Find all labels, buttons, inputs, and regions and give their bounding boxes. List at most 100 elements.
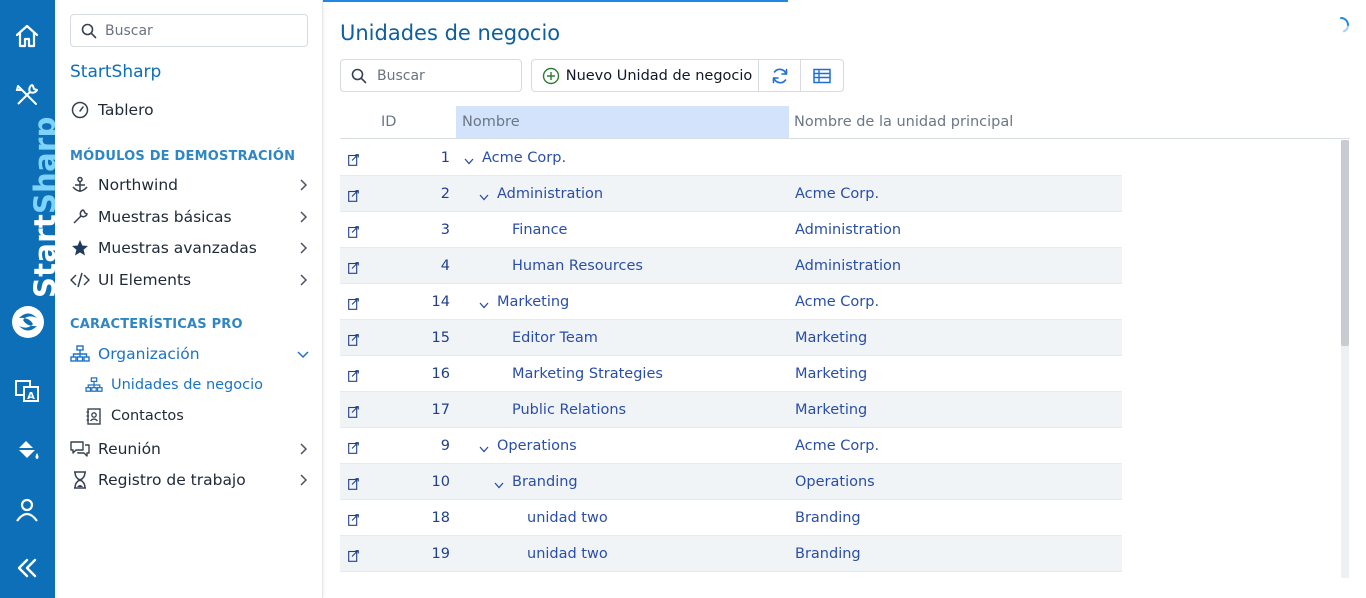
cell-parent-unit[interactable]: Acme Corp. [795, 284, 879, 320]
sidebar-item-label: Muestras básicas [98, 208, 232, 226]
table-row[interactable]: 2 Administration Acme Corp. [340, 176, 1122, 212]
table-row[interactable]: 16 Marketing Strategies Marketing [340, 356, 1122, 392]
sidebar-item-business-units[interactable]: Unidades de negocio [85, 374, 263, 396]
cell-name-link[interactable]: Operations [497, 428, 577, 464]
edit-row-icon[interactable] [348, 295, 359, 310]
cell-id: 1 [440, 150, 450, 166]
wrench-icon [70, 207, 90, 227]
edit-row-icon[interactable] [348, 475, 359, 490]
sidebar-item-contacts[interactable]: Contactos [85, 405, 184, 427]
search-icon [81, 23, 97, 38]
cell-id: 3 [440, 222, 450, 238]
cell-id: 17 [431, 402, 450, 418]
icon-rail: StartSharp A [0, 0, 62, 598]
cell-parent-unit[interactable]: Acme Corp. [795, 428, 879, 464]
cell-name-link[interactable]: Acme Corp. [482, 140, 566, 176]
cell-parent-unit[interactable]: Administration [795, 212, 901, 248]
chevron-right-icon [300, 474, 308, 486]
cell-id: 9 [440, 438, 450, 454]
table-row[interactable]: 15 Editor Team Marketing [340, 320, 1122, 356]
cell-name-link[interactable]: Human Resources [512, 248, 643, 284]
home-icon[interactable] [11, 20, 43, 52]
table-row[interactable]: 4 Human Resources Administration [340, 248, 1122, 284]
cell-name-link[interactable]: Finance [512, 212, 567, 248]
user-icon[interactable] [11, 494, 43, 526]
chevron-right-icon [300, 274, 308, 286]
cell-id: 16 [431, 366, 450, 382]
refresh-button[interactable] [759, 60, 801, 91]
code-icon [70, 270, 90, 290]
cell-name-link[interactable]: Administration [497, 176, 603, 212]
chevron-down-icon[interactable] [478, 440, 490, 453]
edit-row-icon[interactable] [348, 403, 359, 418]
cell-name-link[interactable]: Public Relations [512, 392, 626, 428]
table-row[interactable]: 17 Public Relations Marketing [340, 392, 1122, 428]
table-row[interactable]: 3 Finance Administration [340, 212, 1122, 248]
translate-icon[interactable]: A [11, 375, 43, 407]
cell-name-link[interactable]: unidad two [527, 500, 608, 536]
chevron-down-icon[interactable] [493, 476, 505, 489]
table-row[interactable]: 14 Marketing Acme Corp. [340, 284, 1122, 320]
column-header-name[interactable]: Nombre [456, 106, 789, 138]
sidebar-item-label: Unidades de negocio [111, 377, 264, 393]
sidebar-item-label: UI Elements [98, 271, 192, 289]
collapse-icon[interactable] [11, 552, 43, 584]
cell-parent-unit[interactable]: Marketing [795, 320, 867, 356]
chevron-down-icon[interactable] [478, 296, 490, 309]
new-business-unit-button[interactable]: Nuevo Unidad de negocio [532, 60, 759, 91]
chat-bubbles-icon [70, 439, 90, 459]
cell-parent-unit[interactable]: Branding [795, 500, 861, 536]
cell-name-link[interactable]: Marketing Strategies [512, 356, 663, 392]
sidebar-item-organization[interactable]: Organización [70, 342, 310, 366]
section-demo-modules: MÓDULOS DE DEMOSTRACIÓN [70, 149, 296, 164]
anchor-icon [70, 175, 90, 195]
cell-parent-unit[interactable]: Branding [795, 536, 861, 572]
scrollbar-thumb[interactable] [1341, 140, 1349, 346]
cell-parent-unit[interactable]: Acme Corp. [795, 176, 879, 212]
sidebar-item-dashboard[interactable]: Tablero [70, 98, 310, 122]
grid-search-input[interactable]: Buscar [340, 59, 522, 92]
cell-id: 19 [431, 546, 450, 562]
app-name[interactable]: StartSharp [70, 62, 161, 82]
column-header-parent-unit[interactable]: Nombre de la unidad principal [794, 106, 1094, 138]
sidebar-item-label: Organización [98, 345, 200, 363]
sidebar-item-meeting[interactable]: Reunión [70, 437, 310, 461]
cell-name-link[interactable]: Marketing [497, 284, 569, 320]
edit-row-icon[interactable] [348, 259, 359, 274]
edit-row-icon[interactable] [348, 331, 359, 346]
column-header-id[interactable]: ID [381, 106, 441, 138]
cell-parent-unit[interactable]: Administration [795, 248, 901, 284]
chevron-down-icon[interactable] [463, 152, 475, 165]
edit-row-icon[interactable] [348, 547, 359, 562]
sidebar-item-work-log[interactable]: Registro de trabajo [70, 468, 310, 492]
edit-row-icon[interactable] [348, 511, 359, 526]
org-chart-icon [85, 376, 103, 394]
sidebar-item-basic-samples[interactable]: Muestras básicas [70, 205, 310, 229]
cell-parent-unit[interactable]: Operations [795, 464, 875, 500]
vertical-scrollbar[interactable] [1341, 140, 1349, 578]
paint-bucket-icon[interactable] [11, 434, 43, 466]
edit-row-icon[interactable] [348, 223, 359, 238]
sidebar-search-input[interactable]: Buscar [70, 14, 308, 47]
edit-row-icon[interactable] [348, 367, 359, 382]
cell-parent-unit[interactable]: Marketing [795, 356, 867, 392]
table-row[interactable]: 18 unidad two Branding [340, 500, 1122, 536]
sidebar-item-northwind[interactable]: Northwind [70, 173, 310, 197]
cell-name-link[interactable]: unidad two [527, 536, 608, 572]
edit-row-icon[interactable] [348, 439, 359, 454]
cell-name-link[interactable]: Branding [512, 464, 578, 500]
cell-name-link[interactable]: Editor Team [512, 320, 598, 356]
tools-icon[interactable] [11, 79, 43, 111]
edit-row-icon[interactable] [348, 151, 359, 166]
table-row[interactable]: 19 unidad two Branding [340, 536, 1122, 572]
chevron-down-icon[interactable] [478, 188, 490, 201]
table-row[interactable]: 9 Operations Acme Corp. [340, 428, 1122, 464]
sidebar-item-ui-elements[interactable]: UI Elements [70, 268, 310, 292]
column-picker-button[interactable] [801, 60, 843, 91]
table-row[interactable]: 1 Acme Corp. [340, 140, 1122, 176]
star-icon [70, 238, 90, 258]
sidebar-item-advanced-samples[interactable]: Muestras avanzadas [70, 236, 310, 260]
edit-row-icon[interactable] [348, 187, 359, 202]
table-row[interactable]: 10 Branding Operations [340, 464, 1122, 500]
cell-parent-unit[interactable]: Marketing [795, 392, 867, 428]
